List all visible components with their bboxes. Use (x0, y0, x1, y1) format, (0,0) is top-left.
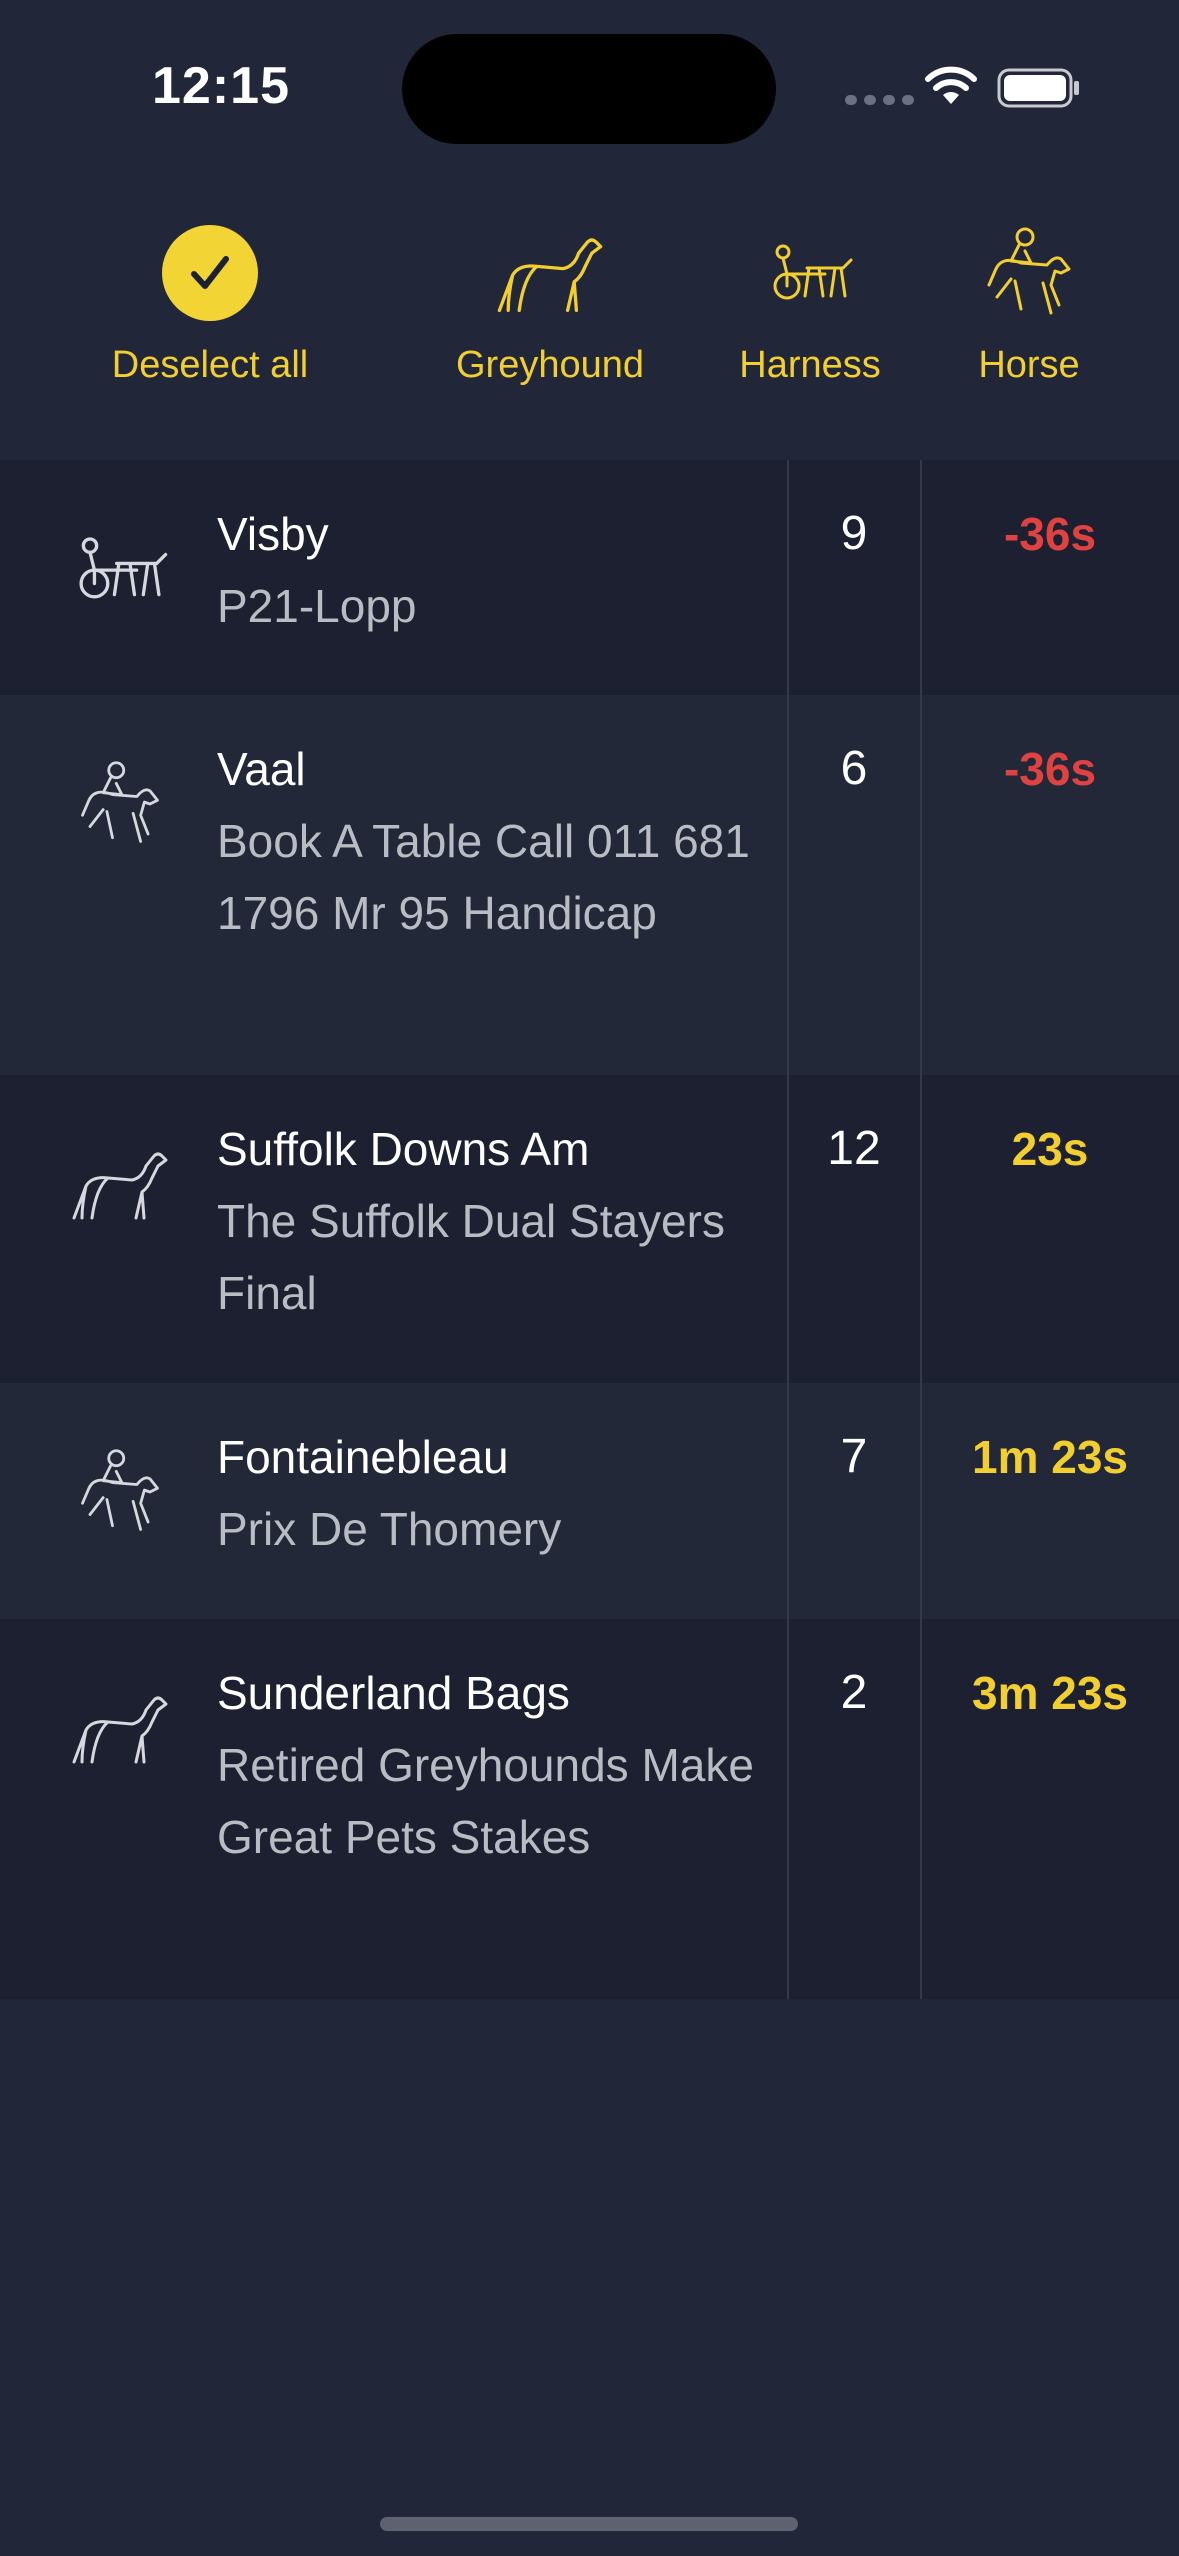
race-venue: Fontainebleau (217, 1431, 509, 1483)
horse-jockey-icon (81, 761, 159, 843)
column-divider (787, 1383, 789, 1619)
column-divider (920, 1383, 922, 1619)
race-name: The Suffolk Dual Stayers Final (217, 1195, 725, 1319)
race-countdown: 1m 23s (971, 1431, 1128, 1483)
wifi-icon (925, 66, 977, 104)
horse-jockey-icon (81, 1449, 159, 1531)
dynamic-island (402, 34, 776, 144)
runner-count: 7 (840, 1430, 868, 1483)
greyhound-filter[interactable]: Greyhound (430, 218, 670, 387)
race-type-filter-bar: Deselect all Greyhound Harness Horse (0, 190, 1179, 460)
cellular-signal-icon (845, 95, 914, 105)
column-divider (787, 460, 789, 695)
harness-filter[interactable]: Harness (700, 218, 920, 387)
race-name: P21-Lopp (217, 580, 417, 632)
battery-icon (997, 68, 1079, 108)
horse-filter[interactable]: Horse (944, 218, 1114, 387)
race-countdown: 3m 23s (971, 1667, 1128, 1719)
greyhound-icon (72, 1696, 168, 1764)
runner-count: 2 (840, 1666, 868, 1719)
home-indicator[interactable] (380, 2517, 798, 2531)
deselect-all-filter[interactable]: Deselect all (60, 218, 360, 387)
runner-count: 12 (827, 1122, 881, 1175)
race-countdown: 23s (1011, 1123, 1089, 1175)
race-name: Book A Table Call 011 681 1796 Mr 95 Han… (217, 815, 750, 939)
runner-count: 9 (840, 507, 868, 560)
race-name: Prix De Thomery (217, 1503, 562, 1555)
race-name: Retired Greyhounds Make Great Pets Stake… (217, 1739, 754, 1863)
check-circle-icon (162, 225, 258, 321)
race-list: Visby P21-Lopp 9 -36s Vaal Book A Table … (0, 460, 1179, 1999)
race-countdown: -36s (1003, 743, 1097, 795)
race-venue: Suffolk Downs Am (217, 1123, 590, 1175)
status-time: 12:15 (152, 57, 290, 115)
harness-icon (79, 537, 168, 599)
race-venue: Sunderland Bags (217, 1667, 570, 1719)
greyhound-label: Greyhound (455, 344, 644, 386)
greyhound-icon (497, 238, 603, 313)
race-row[interactable]: Sunderland Bags Retired Greyhounds Make … (0, 1619, 1179, 1999)
status-bar: 12:15 (0, 0, 1179, 170)
race-row[interactable]: Fontainebleau Prix De Thomery 7 1m 23s (0, 1383, 1179, 1619)
race-row[interactable]: Visby P21-Lopp 9 -36s (0, 460, 1179, 695)
greyhound-icon (72, 1152, 168, 1220)
horse-jockey-icon (987, 227, 1071, 315)
harness-label: Harness (739, 344, 881, 386)
deselect-all-label: Deselect all (111, 344, 309, 386)
race-venue: Visby (217, 508, 329, 560)
race-venue: Vaal (217, 743, 306, 795)
race-row[interactable]: Vaal Book A Table Call 011 681 1796 Mr 9… (0, 695, 1179, 1075)
harness-icon (773, 244, 853, 300)
horse-label: Horse (978, 344, 1080, 386)
race-countdown: -36s (1003, 508, 1097, 560)
column-divider (920, 460, 922, 695)
runner-count: 6 (840, 742, 868, 795)
race-row[interactable]: Suffolk Downs Am The Suffolk Dual Stayer… (0, 1075, 1179, 1383)
